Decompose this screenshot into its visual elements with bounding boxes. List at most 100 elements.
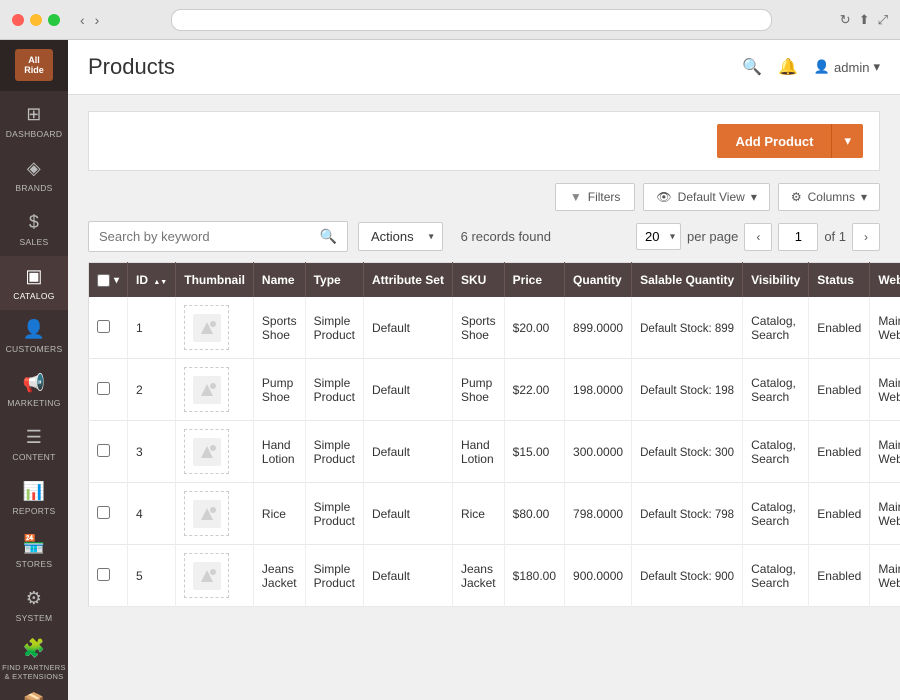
forward-button[interactable]: › [91,10,104,30]
row-type-1: Simple Product [305,359,363,421]
default-view-button[interactable]: 👁 Default View ▾ [643,183,769,211]
minimize-button[interactable] [30,14,42,26]
sidebar-item-deliveryzip[interactable]: 📦 DeliveryZip Co. [0,686,68,700]
records-found: 6 records found [461,229,551,244]
sidebar-label-reports: Reports [12,506,55,516]
sidebar-item-sales[interactable]: $ Sales [0,202,68,256]
row-type-4: Simple Product [305,545,363,607]
th-status: Status [809,263,870,298]
sidebar-label-stores: Stores [16,559,53,569]
th-visibility: Visibility [743,263,809,298]
th-websites: Websites [870,263,900,298]
row-attribute-set-4: Default [363,545,452,607]
close-button[interactable] [12,14,24,26]
row-sku-4: Jeans Jacket [452,545,504,607]
thumbnail-image-2 [184,429,229,474]
reports-icon: 📊 [23,481,46,502]
row-quantity-3: 798.0000 [565,483,632,545]
row-id-1: 2 [128,359,176,421]
select-all-checkbox[interactable] [97,274,110,287]
system-icon: ⚙ [26,588,42,609]
search-actions-row: 🔍 Actions 6 records found 20 30 50 [88,221,880,252]
back-button[interactable]: ‹ [76,10,89,30]
sidebar-item-stores[interactable]: 🏪 Stores [0,525,68,579]
table-row: 3 Hand Lotion Simple Product Default Han… [89,421,900,483]
sidebar-item-marketing[interactable]: 📢 Marketing [0,364,68,418]
add-product-button-group: Add Product ▾ [717,124,863,158]
table-row: 4 Rice Simple Product Default Rice $80.0… [89,483,900,545]
row-salable-quantity-3: Default Stock: 798 [632,483,743,545]
row-checkbox-3[interactable] [97,506,110,519]
sidebar-item-catalog[interactable]: ▣ Catalog [0,256,68,310]
row-price-0: $20.00 [504,297,564,359]
search-submit-icon[interactable]: 🔍 [320,228,337,245]
admin-user-icon: 👤 [814,59,830,75]
row-checkbox-cell [89,483,128,545]
admin-menu[interactable]: 👤 admin ▾ [814,59,880,75]
row-salable-quantity-1: Default Stock: 198 [632,359,743,421]
sidebar-item-content[interactable]: ☰ Content [0,417,68,471]
row-websites-4: Main Website [870,545,900,607]
fullscreen-button[interactable]: ⤢ [878,12,888,28]
sidebar-item-system[interactable]: ⚙ System [0,579,68,633]
per-page-label: per page [687,229,738,244]
thumbnail-image-4 [184,553,229,598]
sidebar-label-sales: Sales [20,237,49,247]
sidebar-item-customers[interactable]: 👤 Customers [0,310,68,364]
address-bar[interactable] [171,9,771,31]
sidebar-item-dashboard[interactable]: ⊞ Dashboard [0,95,68,149]
page-number-input[interactable] [778,223,818,251]
admin-dropdown-icon: ▾ [873,59,880,75]
row-checkbox-1[interactable] [97,382,110,395]
per-page-select[interactable]: 20 30 50 [636,223,681,250]
row-visibility-3: Catalog, Search [743,483,809,545]
row-websites-2: Main Website [870,421,900,483]
sidebar: AllRide ⊞ Dashboard ◈ Brands $ Sales ▣ C… [0,40,68,700]
row-thumbnail-3 [176,483,254,545]
row-attribute-set-0: Default [363,297,452,359]
notification-icon[interactable]: 🔔 [778,57,798,77]
row-checkbox-0[interactable] [97,320,110,333]
filters-button[interactable]: ▼ Filters [555,183,636,211]
sidebar-item-reports[interactable]: 📊 Reports [0,471,68,525]
maximize-button[interactable] [48,14,60,26]
toolbar: ▼ Filters 👁 Default View ▾ ⚙ Columns ▾ [88,183,880,211]
row-salable-quantity-4: Default Stock: 900 [632,545,743,607]
share-button[interactable]: ⬆ [859,12,870,28]
row-id-3: 4 [128,483,176,545]
search-icon[interactable]: 🔍 [742,57,762,77]
row-price-1: $22.00 [504,359,564,421]
row-checkbox-cell [89,359,128,421]
sidebar-label-system: System [16,613,53,623]
row-visibility-0: Catalog, Search [743,297,809,359]
row-name-1: Pump Shoe [253,359,305,421]
catalog-icon: ▣ [25,266,42,287]
add-product-dropdown-button[interactable]: ▾ [832,124,863,158]
sidebar-item-find-partners[interactable]: 🧩 Find Partners & Extensions [0,632,68,686]
per-page-wrapper: 20 30 50 [636,223,681,250]
nav-buttons: ‹ › [76,10,103,30]
id-sort-icon[interactable]: ▲▼ [153,279,167,286]
row-status-0: Enabled [809,297,870,359]
thumbnail-image-3 [184,491,229,536]
refresh-button[interactable]: ↻ [840,12,851,28]
select-all-dropdown-icon[interactable]: ▾ [114,275,119,286]
columns-button[interactable]: ⚙ Columns ▾ [778,183,880,211]
dashboard-icon: ⊞ [26,104,41,125]
row-price-3: $80.00 [504,483,564,545]
th-sku: SKU [452,263,504,298]
row-price-4: $180.00 [504,545,564,607]
row-checkbox-4[interactable] [97,568,110,581]
add-product-button[interactable]: Add Product [717,124,832,158]
brands-icon: ◈ [27,158,41,179]
sidebar-item-brands[interactable]: ◈ Brands [0,149,68,203]
prev-page-button[interactable]: ‹ [744,223,772,251]
search-input[interactable] [99,229,320,244]
actions-button[interactable]: Actions [358,222,443,251]
customers-icon: 👤 [23,319,46,340]
next-page-button[interactable]: › [852,223,880,251]
row-checkbox-2[interactable] [97,444,110,457]
row-sku-3: Rice [452,483,504,545]
row-websites-0: Main Website [870,297,900,359]
row-quantity-0: 899.0000 [565,297,632,359]
